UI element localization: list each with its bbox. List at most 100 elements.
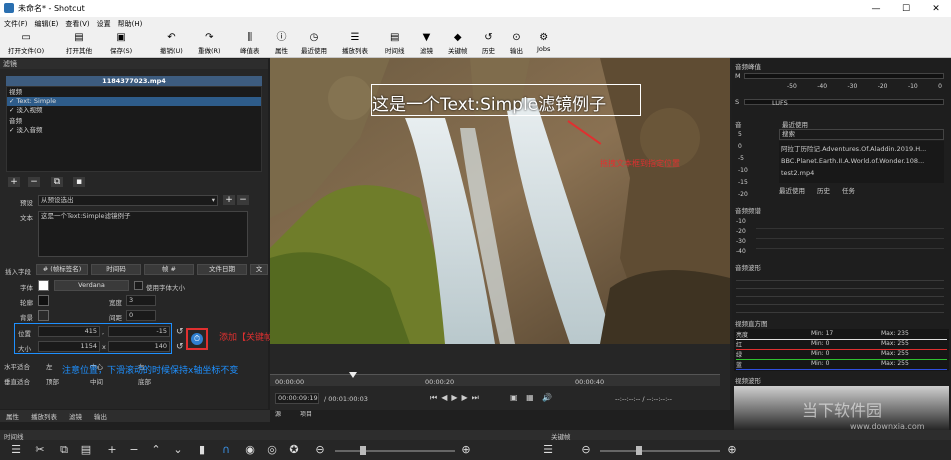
copy-filter-button[interactable]: ⧉ [51, 177, 63, 187]
split-icon[interactable]: ▮ [194, 443, 210, 457]
insert-more-button[interactable]: 文 [250, 264, 268, 275]
recent-item[interactable]: 阿拉丁历险记.Adventures.Of.Aladdin.2019.H... [779, 141, 944, 155]
keyframe-zoom-handle[interactable] [636, 446, 642, 455]
maximize-button[interactable]: ☐ [891, 0, 921, 17]
timeline-button[interactable]: ▤ 时间线 [385, 31, 405, 57]
snap-icon[interactable]: ∩ [218, 443, 234, 457]
scrub-icon[interactable]: ◉ [242, 443, 258, 457]
filter-button[interactable]: ▼ 滤镜 [420, 31, 433, 57]
valign-top-radio[interactable]: 顶部 [46, 376, 59, 386]
tab-filters[interactable]: 滤镜 [69, 411, 82, 421]
insert-frame-label-button[interactable]: # (帧标签名) [36, 264, 88, 275]
keyframe-zoom-out-icon[interactable]: ⊖ [578, 443, 594, 457]
jobs-button[interactable]: ⚙ Jobs [537, 31, 550, 57]
use-font-size-label: 使用字体大小 [146, 284, 185, 292]
keyframe-zoom-slider[interactable] [600, 450, 720, 452]
scrubber[interactable] [270, 374, 720, 386]
recent-item[interactable]: test2.mp4 [779, 167, 944, 179]
current-timecode[interactable]: 00:00:09:19 [275, 393, 319, 404]
playlist-button[interactable]: ☰ 播放列表 [342, 31, 368, 57]
export-button[interactable]: ⊙ 输出 [510, 31, 523, 57]
remove-preset-button[interactable]: − [237, 195, 249, 205]
size-width-field[interactable]: 1154 [38, 341, 100, 352]
font-color-swatch[interactable] [38, 280, 49, 291]
menu-edit[interactable]: 编辑(E) [35, 19, 59, 29]
use-font-size-checkbox[interactable] [134, 281, 143, 290]
copy-icon[interactable]: ⧉ [56, 443, 72, 457]
preset-select[interactable]: 从预设选出 ▾ [38, 195, 218, 206]
keyframe-menu-icon[interactable]: ☰ [540, 443, 556, 457]
tab-properties[interactable]: 属性 [6, 411, 19, 421]
menu-view[interactable]: 查看(V) [65, 19, 89, 29]
tab-recent[interactable]: 最近使用 [779, 185, 805, 195]
transport-controls[interactable]: ⏮◀▶▶⏭ [430, 393, 483, 403]
thickness-spinbox[interactable]: 3 [126, 295, 156, 306]
insert-timecode-button[interactable]: 时间码 [91, 264, 141, 275]
recent-item[interactable]: BBC.Planet.Earth.II.A.World.of.Wonder.10… [779, 155, 944, 167]
valign-middle-radio[interactable]: 中间 [90, 376, 103, 386]
open-file-button[interactable]: ▭ 打开文件(O) [8, 31, 44, 57]
remove-icon[interactable]: − [126, 443, 142, 457]
recent-button[interactable]: ◷ 最近使用 [301, 31, 327, 57]
ripple-all-icon[interactable]: ✪ [286, 443, 302, 457]
cut-icon[interactable]: ✂ [32, 443, 48, 457]
open-other-button[interactable]: ▤ 打开其他 [66, 31, 92, 57]
remove-filter-button[interactable]: − [28, 177, 40, 187]
zoom-out-icon[interactable]: ⊖ [312, 443, 328, 457]
tab-project[interactable]: 项目 [300, 409, 312, 418]
zoom-in-icon[interactable]: ⊕ [458, 443, 474, 457]
video-preview[interactable]: 这是一个Text:Simple滤镜例子 拖拽文本框到指定位置 [270, 58, 730, 344]
menu-settings[interactable]: 设置 [97, 19, 111, 29]
filter-item-fade-in-audio[interactable]: ✓ 淡入音频 [9, 126, 43, 135]
keyframe-zoom-in-icon[interactable]: ⊕ [724, 443, 740, 457]
undo-button[interactable]: ↶ 撤销(U) [160, 31, 183, 57]
filter-list[interactable]: 视频 ✓ Text: Simple ✓ 淡入视频 音频 ✓ 淡入音频 [6, 86, 262, 172]
deselect-filter-button[interactable]: ▪ [73, 177, 85, 187]
minimize-button[interactable]: — [861, 0, 891, 17]
font-select-button[interactable]: Verdana [54, 280, 129, 291]
lift-icon[interactable]: ⌃ [148, 443, 164, 457]
insert-file-date-button[interactable]: 文件日期 [197, 264, 247, 275]
append-icon[interactable]: + [104, 443, 120, 457]
padding-spinbox[interactable]: 0 [126, 310, 156, 321]
add-filter-button[interactable]: + [8, 177, 20, 187]
menu-icon[interactable]: ☰ [8, 443, 24, 457]
tab-history[interactable]: 历史 [817, 185, 830, 195]
peak-meter-button[interactable]: ⫼ 峰值表 [240, 31, 260, 57]
reset-size-icon[interactable]: ↺ [176, 342, 184, 352]
add-preset-button[interactable]: + [223, 195, 235, 205]
zoom-slider-handle[interactable] [360, 446, 366, 455]
menu-file[interactable]: 文件(F) [4, 19, 28, 29]
text-field[interactable]: 这是一个Text:Simple滤镜例子 [38, 211, 248, 257]
filter-item-text-simple[interactable]: ✓ Text: Simple [7, 97, 261, 106]
tab-source[interactable]: 源 [275, 409, 281, 418]
size-height-field[interactable]: 140 [108, 341, 170, 352]
valign-bottom-radio[interactable]: 底部 [138, 376, 151, 386]
tab-jobs[interactable]: 任务 [842, 185, 855, 195]
outline-color-swatch[interactable] [38, 295, 49, 306]
keyframe-toggle-button[interactable]: ⏱ [186, 328, 208, 350]
tab-export[interactable]: 输出 [94, 411, 107, 421]
menu-help[interactable]: 帮助(H) [118, 19, 143, 29]
history-button[interactable]: ↺ 历史 [482, 31, 495, 57]
zoom-slider[interactable] [335, 450, 455, 452]
redo-button[interactable]: ↷ 重做(R) [198, 31, 221, 57]
paste-icon[interactable]: ▤ [78, 443, 94, 457]
halign-left-radio[interactable]: 左 [46, 361, 53, 371]
keyframe-button[interactable]: ◆ 关键帧 [448, 31, 468, 57]
playhead-icon[interactable] [349, 372, 357, 378]
close-button[interactable]: ✕ [921, 0, 951, 17]
position-x-field[interactable]: 415 [38, 326, 100, 337]
filter-item-fade-in-video[interactable]: ✓ 淡入视频 [9, 106, 43, 115]
ripple-icon[interactable]: ◎ [264, 443, 280, 457]
tab-playlist[interactable]: 播放列表 [31, 411, 57, 421]
overwrite-icon[interactable]: ⌄ [170, 443, 186, 457]
recent-search-input[interactable]: 搜索 [779, 129, 944, 140]
insert-frame-number-button[interactable]: 帧 # [144, 264, 194, 275]
reset-position-icon[interactable]: ↺ [176, 327, 184, 337]
position-y-field[interactable]: -15 [108, 326, 170, 337]
save-button[interactable]: ▣ 保存(S) [110, 31, 132, 57]
background-color-swatch[interactable] [38, 310, 49, 321]
grid-zoom-controls[interactable]: ▣ ▦ 🔊 [510, 393, 555, 402]
properties-button[interactable]: ⓘ 属性 [275, 31, 288, 57]
